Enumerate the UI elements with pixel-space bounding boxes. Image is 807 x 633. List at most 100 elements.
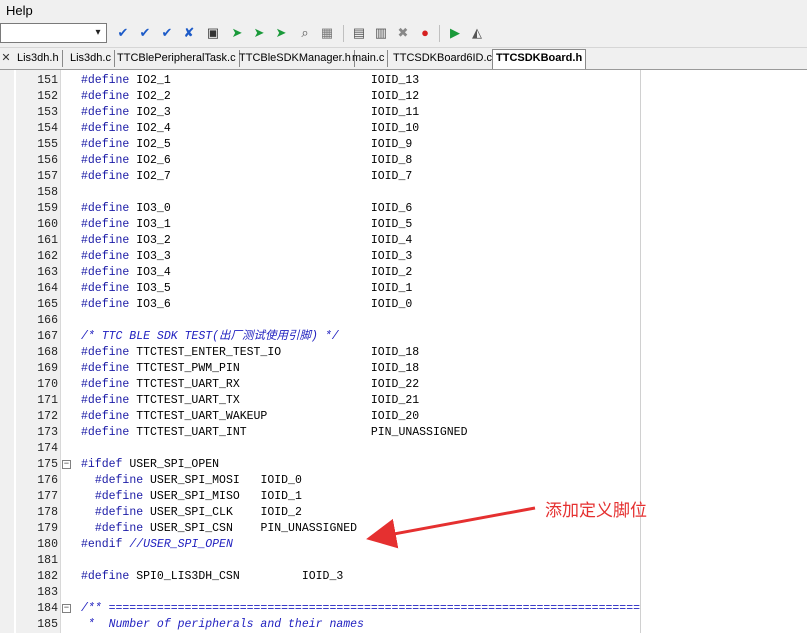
code-line[interactable]: 175− #ifdef USER_SPI_OPEN — [0, 457, 807, 473]
code-body: IO3_1 IOID_5 — [129, 218, 413, 231]
code-line[interactable]: 168 #define TTCTEST_ENTER_TEST_IO IOID_18 — [0, 345, 807, 361]
debug-icon[interactable]: ● — [416, 24, 434, 42]
tab-ttcsdkboard-h[interactable]: TTCSDKBoard.h — [492, 49, 587, 69]
preprocessor-keyword: #define — [81, 282, 130, 295]
code-line[interactable]: 162 #define IO3_3 IOID_3 — [0, 249, 807, 265]
code-text: #define TTCTEST_ENTER_TEST_IO IOID_18 — [81, 345, 419, 361]
find-icon[interactable]: ⌕ — [296, 24, 314, 42]
bookmark-toggle-icon[interactable]: ✔ — [114, 24, 132, 42]
tab-ttcblesdkmanager-h[interactable]: TTCBleSDKManager.h — [236, 50, 355, 67]
unindent-icon[interactable]: ➤ — [250, 24, 268, 42]
code-line[interactable]: 160 #define IO3_1 IOID_5 — [0, 217, 807, 233]
code-body: TTCTEST_UART_INT PIN_UNASSIGNED — [129, 426, 468, 439]
code-line[interactable]: 179 #define USER_SPI_CSN PIN_UNASSIGNED — [0, 521, 807, 537]
code-line[interactable]: 166 — [0, 313, 807, 329]
code-text: #define SPI0_LIS3DH_CSN IOID_3 — [81, 569, 343, 585]
code-body: TTCTEST_PWM_PIN IOID_18 — [129, 362, 420, 375]
code-line[interactable]: 182 #define SPI0_LIS3DH_CSN IOID_3 — [0, 569, 807, 585]
code-text: #define IO3_6 IOID_0 — [81, 297, 412, 313]
code-line[interactable]: 178 #define USER_SPI_CLK IOID_2 — [0, 505, 807, 521]
line-number: 185 — [37, 618, 58, 631]
bookmark-clear-icon[interactable]: ✘ — [180, 24, 198, 42]
tab-ttcsdkboard6id-c[interactable]: TTCSDKBoard6ID.c — [390, 50, 497, 67]
code-line[interactable]: 172 #define TTCTEST_UART_WAKEUP IOID_20 — [0, 409, 807, 425]
code-line[interactable]: 170 #define TTCTEST_UART_RX IOID_22 — [0, 377, 807, 393]
preprocessor-keyword: #define — [81, 426, 130, 439]
line-number: 176 — [37, 474, 58, 487]
bookmark-next-icon[interactable]: ✔ — [136, 24, 154, 42]
code-line[interactable]: 183 — [0, 585, 807, 601]
code-line[interactable]: 157 #define IO2_7 IOID_7 — [0, 169, 807, 185]
preprocessor-keyword: #define — [94, 474, 144, 487]
line-number: 173 — [37, 426, 58, 439]
code-body: IO3_6 IOID_0 — [129, 298, 413, 311]
code-text: #define IO2_7 IOID_7 — [81, 169, 412, 185]
chevron-down-icon[interactable]: ▾ — [90, 24, 106, 42]
code-line[interactable]: 159 #define IO3_0 IOID_6 — [0, 201, 807, 217]
code-body: USER_SPI_OPEN — [122, 458, 220, 471]
tab-lis3dh-h[interactable]: Lis3dh.h — [14, 50, 63, 67]
line-number: 181 — [37, 554, 58, 567]
code-line[interactable]: 165 #define IO3_6 IOID_0 — [0, 297, 807, 313]
code-line[interactable]: 153 #define IO2_3 IOID_11 — [0, 105, 807, 121]
line-number: 169 — [37, 362, 58, 375]
code-line[interactable]: 158 — [0, 185, 807, 201]
tab-ttcbleperipheraltask-c[interactable]: TTCBlePeripheralTask.c — [114, 50, 240, 67]
line-number: 174 — [37, 442, 58, 455]
find-in-files-icon[interactable]: ➤ — [272, 24, 290, 42]
code-line[interactable]: 185 * Number of peripherals and their na… — [0, 617, 807, 633]
close-icon[interactable]: ✕ — [0, 50, 12, 67]
code-line[interactable]: 176 #define USER_SPI_MOSI IOID_0 — [0, 473, 807, 489]
toolbar: ▾ ✔ ✔ ✔ ✘ ▣ ➤ ➤ ➤ ⌕ ▦ ▤ ▥ ✖ ● ▶ ◭ — [0, 21, 807, 48]
code-line[interactable]: 155 #define IO2_5 IOID_9 — [0, 137, 807, 153]
code-line[interactable]: 161 #define IO3_2 IOID_4 — [0, 233, 807, 249]
code-line[interactable]: 152 #define IO2_2 IOID_12 — [0, 89, 807, 105]
code-line[interactable]: 173 #define TTCTEST_UART_INT PIN_UNASSIGN… — [0, 425, 807, 441]
code-line[interactable]: 174 — [0, 441, 807, 457]
fold-toggle-icon[interactable]: − — [62, 604, 71, 613]
preprocessor-keyword: #define — [81, 394, 130, 407]
code-line[interactable]: 169 #define TTCTEST_PWM_PIN IOID_18 — [0, 361, 807, 377]
code-text: #define IO3_3 IOID_3 — [81, 249, 412, 265]
code-line[interactable]: 154 #define IO2_4 IOID_10 — [0, 121, 807, 137]
start-debug-icon[interactable]: ▶ — [446, 24, 464, 42]
build-target-icon[interactable]: ▤ — [350, 24, 368, 42]
line-number: 152 — [37, 90, 58, 103]
line-number: 163 — [37, 266, 58, 279]
code-line[interactable]: 171 #define TTCTEST_UART_TX IOID_21 — [0, 393, 807, 409]
target-combo[interactable]: ▾ — [0, 23, 107, 43]
code-text: #define TTCTEST_UART_RX IOID_22 — [81, 377, 419, 393]
rebuild-icon[interactable]: ▥ — [372, 24, 390, 42]
open-file-icon[interactable]: ▣ — [204, 24, 222, 42]
code-line[interactable]: 177 #define USER_SPI_MISO IOID_1 — [0, 489, 807, 505]
code-body: SPI0_LIS3DH_CSN IOID_3 — [129, 570, 344, 583]
bookmark-prev-icon[interactable]: ✔ — [158, 24, 176, 42]
code-line[interactable]: 180 #endif //USER_SPI_OPEN — [0, 537, 807, 553]
fold-toggle-icon[interactable]: − — [62, 460, 71, 469]
code-line[interactable]: 167 /* TTC BLE SDK TEST(出厂测试使用引脚) */ — [0, 329, 807, 345]
code-editor[interactable]: 151 #define IO2_1 IOID_13 152 #define IO2_2… — [0, 70, 807, 633]
code-body: USER_SPI_CLK IOID_2 — [143, 506, 302, 519]
line-number: 177 — [37, 490, 58, 503]
menu-help[interactable]: Help — [6, 0, 33, 21]
code-lines: 151 #define IO2_1 IOID_13 152 #define IO2_2… — [0, 73, 807, 633]
preprocessor-keyword: #define — [81, 346, 130, 359]
batch-build-icon[interactable]: ✖ — [394, 24, 412, 42]
tab-lis3dh-c[interactable]: Lis3dh.c — [67, 50, 115, 67]
code-body: USER_SPI_CSN PIN_UNASSIGNED — [143, 522, 358, 535]
code-line[interactable]: 181 — [0, 553, 807, 569]
tab-main-c[interactable]: main.c — [349, 50, 389, 67]
line-number: 165 — [37, 298, 58, 311]
code-line[interactable]: 163 #define IO3_4 IOID_2 — [0, 265, 807, 281]
code-line[interactable]: 156 #define IO2_6 IOID_8 — [0, 153, 807, 169]
download-icon[interactable]: ◭ — [468, 24, 486, 42]
code-line[interactable]: 184− /** ================================… — [0, 601, 807, 617]
code-line[interactable]: 164 #define IO3_5 IOID_1 — [0, 281, 807, 297]
code-text: #define IO2_2 IOID_12 — [81, 89, 419, 105]
incremental-find-icon[interactable]: ▦ — [318, 24, 336, 42]
code-line[interactable]: 151 #define IO2_1 IOID_13 — [0, 73, 807, 89]
line-number: 159 — [37, 202, 58, 215]
indent-icon[interactable]: ➤ — [228, 24, 246, 42]
